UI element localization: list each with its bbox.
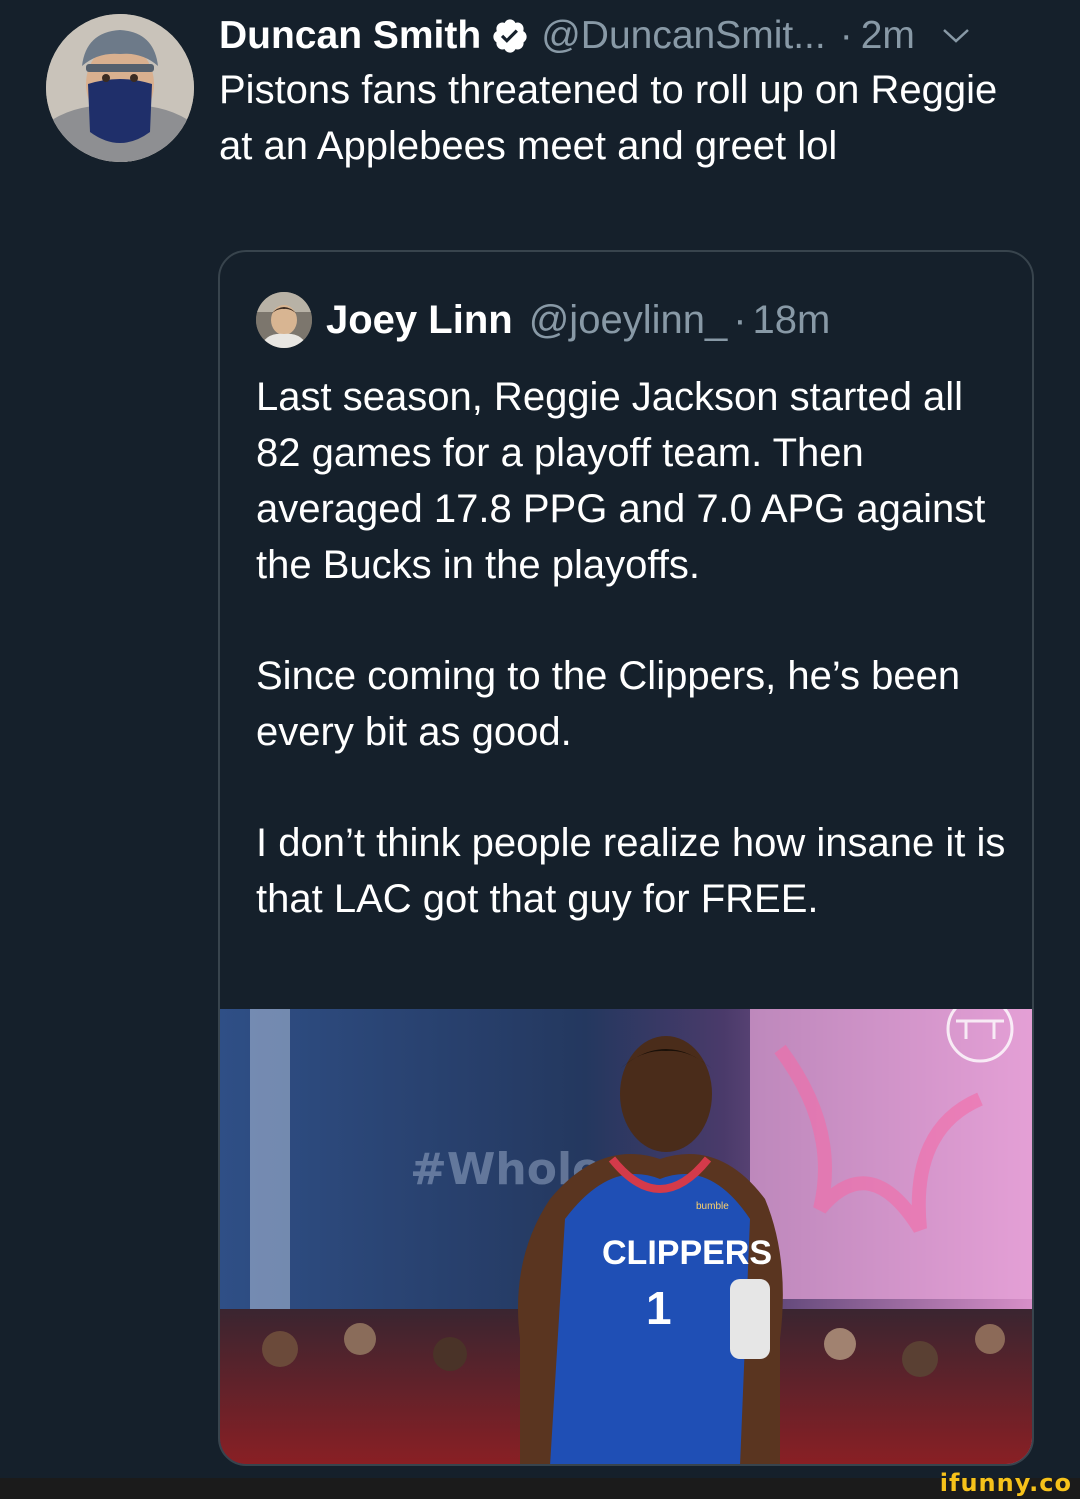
ifunny-watermark: ifunny.co bbox=[939, 1469, 1072, 1497]
quoted-tweet-photo[interactable]: #Whole CLIPPERS 1 bumble bbox=[220, 1009, 1032, 1464]
header-separator: · bbox=[839, 14, 853, 57]
author-avatar[interactable] bbox=[46, 14, 194, 162]
verified-badge-icon bbox=[491, 17, 529, 55]
tweet-timestamp[interactable]: 2m bbox=[861, 10, 915, 62]
tweet-header: Duncan Smith @DuncanSmit... · 2m bbox=[219, 10, 1050, 62]
footer-strip bbox=[0, 1478, 1080, 1499]
quoted-paragraph: Last season, Reggie Jackson started all … bbox=[256, 375, 986, 587]
author-display-name[interactable]: Duncan Smith bbox=[219, 10, 481, 62]
quoted-header-separator: · bbox=[733, 297, 747, 342]
jersey-text: CLIPPERS bbox=[602, 1234, 772, 1272]
quoted-paragraph: I don’t think people realize how insane … bbox=[256, 821, 1006, 921]
author-handle[interactable]: @DuncanSmit... bbox=[541, 10, 826, 62]
jersey-number: 1 bbox=[646, 1282, 672, 1334]
quoted-tweet-card[interactable]: Joey Linn @joeylinn_ · 18m Last season, … bbox=[218, 250, 1034, 1466]
quoted-tweet-header: Joey Linn @joeylinn_ · 18m bbox=[256, 292, 830, 348]
quoted-author-handle[interactable]: @joeylinn_ bbox=[529, 298, 728, 343]
jersey-sponsor: bumble bbox=[696, 1201, 729, 1212]
quoted-author-display-name[interactable]: Joey Linn bbox=[326, 298, 513, 343]
quoted-paragraph: Since coming to the Clippers, he’s been … bbox=[256, 654, 961, 754]
quoted-tweet-body: Last season, Reggie Jackson started all … bbox=[256, 369, 1016, 927]
chevron-down-icon[interactable] bbox=[941, 26, 971, 46]
tweet-body-text: Pistons fans threatened to roll up on Re… bbox=[219, 68, 998, 168]
quoted-tweet-timestamp[interactable]: 18m bbox=[753, 298, 831, 343]
tweet-screen: Duncan Smith @DuncanSmit... · 2m Pistons… bbox=[0, 0, 1080, 1499]
quoted-author-avatar bbox=[256, 292, 312, 348]
